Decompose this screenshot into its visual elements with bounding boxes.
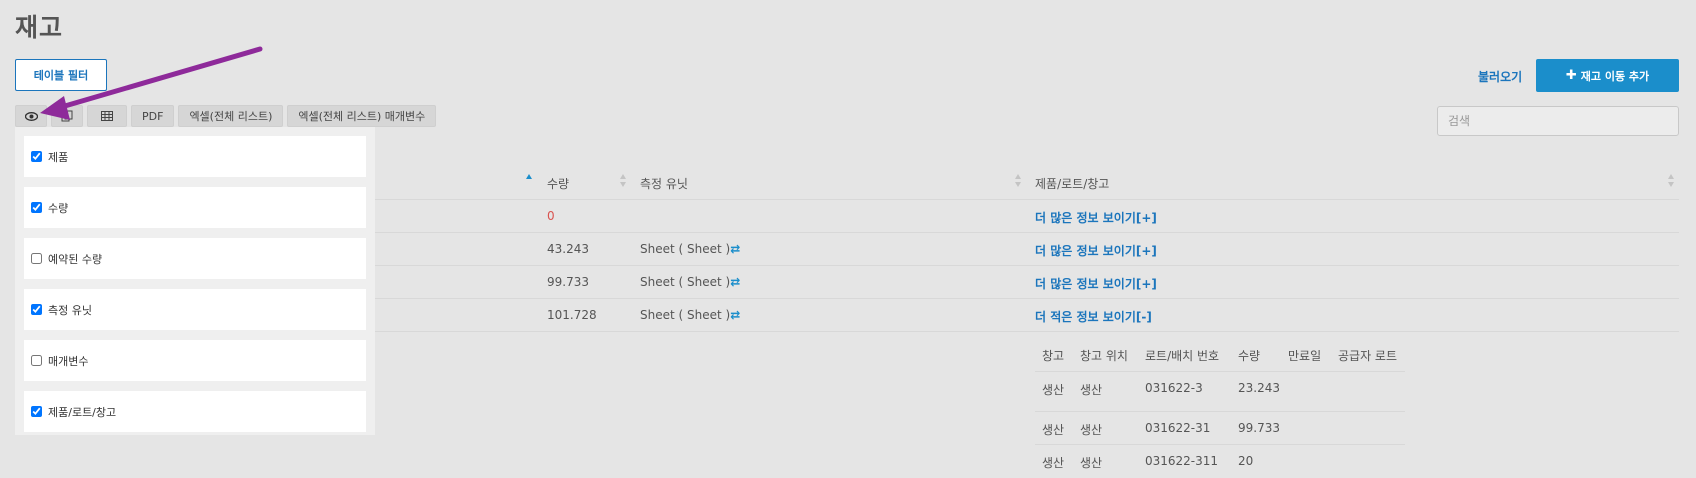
row-unit: Sheet ( Sheet )⇄ — [640, 275, 740, 289]
sub-header-expiry: 만료일 — [1288, 349, 1322, 363]
column-visibility-button[interactable] — [15, 105, 47, 127]
show-more-link[interactable]: 더 많은 정보 보이기[+] — [1035, 209, 1157, 226]
sort-unit-icon[interactable] — [1015, 174, 1022, 188]
sub-cell-lot: 031622-31 — [1145, 421, 1211, 435]
sort-qty-icon[interactable] — [620, 174, 627, 188]
sub-cell-qty: 23.243 — [1238, 381, 1280, 395]
copy-button[interactable] — [51, 105, 83, 127]
show-less-link[interactable]: 더 적은 정보 보이기[-] — [1035, 308, 1152, 325]
sub-cell-location: 생산 — [1080, 456, 1103, 470]
eye-icon — [24, 111, 38, 121]
column-checkbox[interactable] — [31, 151, 42, 162]
inventory-page: 재고 테이블 필터 불러오기 ✚ 재고 이동 추가 PDF 엑셀(전체 리스트)… — [0, 0, 1696, 478]
sub-cell-warehouse: 생산 — [1042, 423, 1065, 437]
column-option-label: 제품/로트/창고 — [48, 405, 117, 419]
column-option-label: 예약된 수량 — [48, 252, 103, 266]
column-option-label: 매개변수 — [48, 354, 89, 368]
sub-cell-lot: 031622-311 — [1145, 454, 1219, 468]
row-qty: 99.733 — [547, 275, 589, 289]
row-unit-label: Sheet ( Sheet ) — [640, 308, 731, 322]
load-link[interactable]: 불러오기 — [1478, 68, 1522, 85]
sub-row-divider — [1035, 444, 1405, 445]
column-option-qty[interactable]: 수량 — [24, 187, 366, 228]
row-qty: 0 — [547, 209, 555, 223]
row-qty: 43.243 — [547, 242, 589, 256]
column-checkbox[interactable] — [31, 406, 42, 417]
row-unit-label: Sheet ( Sheet ) — [640, 242, 731, 256]
table-icon — [101, 111, 113, 121]
column-option-label: 수량 — [48, 201, 69, 215]
csv-button[interactable] — [87, 105, 127, 127]
header-qty[interactable]: 수량 — [547, 175, 569, 192]
header-unit[interactable]: 측정 유닛 — [640, 175, 688, 192]
row-unit: Sheet ( Sheet )⇄ — [640, 308, 740, 322]
row-unit: Sheet ( Sheet )⇄ — [640, 242, 740, 256]
sub-cell-location: 생산 — [1080, 383, 1103, 397]
show-more-link[interactable]: 더 많은 정보 보이기[+] — [1035, 242, 1157, 259]
add-stock-movement-button[interactable]: ✚ 재고 이동 추가 — [1536, 59, 1679, 92]
swap-arrows-icon[interactable]: ⇄ — [730, 275, 740, 289]
column-checkbox[interactable] — [31, 304, 42, 315]
sub-cell-qty: 20 — [1238, 454, 1254, 468]
sort-product-icon[interactable] — [526, 174, 533, 188]
sub-cell-location: 생산 — [1080, 423, 1103, 437]
swap-arrows-icon[interactable]: ⇄ — [730, 242, 740, 256]
export-toolbar: PDF 엑셀(전체 리스트) 엑셀(전체 리스트) 매개변수 — [15, 105, 437, 127]
excel-all-button[interactable]: 엑셀(전체 리스트) — [178, 105, 284, 127]
search-input[interactable] — [1437, 106, 1679, 136]
column-visibility-panel: 제품 수량 예약된 수량 측정 유닛 매개변수 제품/로트/창고 — [15, 127, 375, 435]
column-option-label: 제품 — [48, 150, 69, 164]
column-option-reserved-qty[interactable]: 예약된 수량 — [24, 238, 366, 279]
swap-arrows-icon[interactable]: ⇄ — [730, 308, 740, 322]
sub-row-divider — [1035, 411, 1405, 412]
column-option-product[interactable]: 제품 — [24, 136, 366, 177]
sort-product-lot-warehouse-icon[interactable] — [1668, 174, 1675, 188]
show-more-link[interactable]: 더 많은 정보 보이기[+] — [1035, 275, 1157, 292]
sub-header-supplier-lot: 공급자 로트 — [1338, 349, 1398, 363]
add-stock-movement-label: 재고 이동 추가 — [1580, 69, 1650, 83]
sub-cell-warehouse: 생산 — [1042, 456, 1065, 470]
page-title: 재고 — [15, 13, 64, 42]
sub-header-qty: 수량 — [1238, 349, 1261, 363]
column-option-product-lot-warehouse[interactable]: 제품/로트/창고 — [24, 391, 366, 432]
sub-cell-lot: 031622-3 — [1145, 381, 1203, 395]
sub-header-warehouse: 창고 — [1042, 349, 1065, 363]
row-qty: 101.728 — [547, 308, 597, 322]
sub-cell-warehouse: 생산 — [1042, 383, 1065, 397]
sub-header-location: 창고 위치 — [1080, 349, 1128, 363]
column-option-label: 측정 유닛 — [48, 303, 92, 317]
sub-header-divider — [1035, 371, 1405, 372]
row-unit-label: Sheet ( Sheet ) — [640, 275, 731, 289]
sub-header-lot: 로트/배치 번호 — [1145, 349, 1220, 363]
column-option-parameters[interactable]: 매개변수 — [24, 340, 366, 381]
column-checkbox[interactable] — [31, 355, 42, 366]
table-filter-button[interactable]: 테이블 필터 — [15, 59, 107, 91]
column-checkbox[interactable] — [31, 202, 42, 213]
column-option-unit[interactable]: 측정 유닛 — [24, 289, 366, 330]
sub-cell-qty: 99.733 — [1238, 421, 1280, 435]
excel-params-button[interactable]: 엑셀(전체 리스트) 매개변수 — [287, 105, 437, 127]
column-checkbox[interactable] — [31, 253, 42, 264]
plus-icon: ✚ — [1565, 68, 1577, 83]
copy-icon — [61, 110, 73, 122]
header-product-lot-warehouse[interactable]: 제품/로트/창고 — [1035, 175, 1109, 192]
pdf-button[interactable]: PDF — [131, 105, 175, 127]
